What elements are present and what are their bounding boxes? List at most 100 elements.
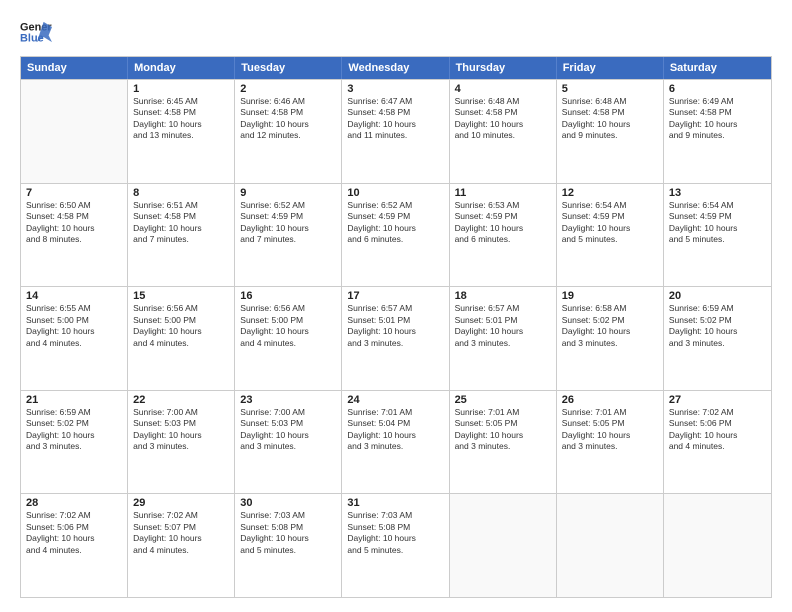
day-number: 19 [562,290,658,302]
cell-info-line: Daylight: 10 hours [26,326,122,337]
cell-info-line: Daylight: 10 hours [562,430,658,441]
cell-info-line: Daylight: 10 hours [455,430,551,441]
calendar-day-cell: 17Sunrise: 6:57 AMSunset: 5:01 PMDayligh… [342,287,449,390]
day-number: 14 [26,290,122,302]
cell-info-line: and 3 minutes. [347,441,443,452]
cell-info-line: Daylight: 10 hours [669,326,766,337]
cell-info-line: Sunset: 4:58 PM [240,107,336,118]
cell-info-line: Sunrise: 6:56 AM [240,303,336,314]
cell-info-line: Sunrise: 6:52 AM [347,200,443,211]
calendar-day-cell: 13Sunrise: 6:54 AMSunset: 4:59 PMDayligh… [664,184,771,287]
cell-info-line: Sunrise: 6:50 AM [26,200,122,211]
cell-info-line: Sunset: 4:58 PM [455,107,551,118]
day-number: 25 [455,394,551,406]
calendar-day-cell: 16Sunrise: 6:56 AMSunset: 5:00 PMDayligh… [235,287,342,390]
calendar-header-day: Saturday [664,57,771,79]
calendar-day-cell: 18Sunrise: 6:57 AMSunset: 5:01 PMDayligh… [450,287,557,390]
cell-info-line: and 8 minutes. [26,234,122,245]
cell-info-line: Sunset: 4:58 PM [133,211,229,222]
cell-info-line: Daylight: 10 hours [133,533,229,544]
cell-info-line: Sunset: 5:00 PM [26,315,122,326]
cell-info-line: Sunrise: 6:47 AM [347,96,443,107]
calendar-header: SundayMondayTuesdayWednesdayThursdayFrid… [21,57,771,79]
day-number: 2 [240,83,336,95]
cell-info-line: and 11 minutes. [347,130,443,141]
calendar-day-cell: 6Sunrise: 6:49 AMSunset: 4:58 PMDaylight… [664,80,771,183]
calendar-empty-cell [450,494,557,597]
cell-info-line: and 3 minutes. [26,441,122,452]
cell-info-line: and 3 minutes. [455,441,551,452]
cell-info-line: and 4 minutes. [133,545,229,556]
cell-info-line: and 10 minutes. [455,130,551,141]
cell-info-line: and 3 minutes. [562,441,658,452]
calendar-header-day: Friday [557,57,664,79]
cell-info-line: Daylight: 10 hours [240,119,336,130]
cell-info-line: Sunrise: 7:03 AM [347,510,443,521]
cell-info-line: Sunset: 4:58 PM [562,107,658,118]
calendar-row: 28Sunrise: 7:02 AMSunset: 5:06 PMDayligh… [21,493,771,597]
cell-info-line: Daylight: 10 hours [669,119,766,130]
cell-info-line: Sunrise: 6:49 AM [669,96,766,107]
day-number: 4 [455,83,551,95]
calendar-day-cell: 22Sunrise: 7:00 AMSunset: 5:03 PMDayligh… [128,391,235,494]
day-number: 28 [26,497,122,509]
calendar-day-cell: 2Sunrise: 6:46 AMSunset: 4:58 PMDaylight… [235,80,342,183]
page: General Blue SundayMondayTuesdayWednesda… [0,0,792,612]
calendar-day-cell: 31Sunrise: 7:03 AMSunset: 5:08 PMDayligh… [342,494,449,597]
calendar-empty-cell [21,80,128,183]
calendar-day-cell: 7Sunrise: 6:50 AMSunset: 4:58 PMDaylight… [21,184,128,287]
calendar-day-cell: 8Sunrise: 6:51 AMSunset: 4:58 PMDaylight… [128,184,235,287]
calendar-day-cell: 19Sunrise: 6:58 AMSunset: 5:02 PMDayligh… [557,287,664,390]
calendar-empty-cell [664,494,771,597]
calendar-day-cell: 9Sunrise: 6:52 AMSunset: 4:59 PMDaylight… [235,184,342,287]
cell-info-line: and 3 minutes. [562,338,658,349]
cell-info-line: Daylight: 10 hours [240,223,336,234]
calendar-body: 1Sunrise: 6:45 AMSunset: 4:58 PMDaylight… [21,79,771,597]
day-number: 11 [455,187,551,199]
cell-info-line: and 5 minutes. [562,234,658,245]
cell-info-line: Sunrise: 6:59 AM [669,303,766,314]
day-number: 30 [240,497,336,509]
cell-info-line: Sunset: 5:00 PM [133,315,229,326]
day-number: 29 [133,497,229,509]
day-number: 31 [347,497,443,509]
cell-info-line: and 3 minutes. [347,338,443,349]
calendar-day-cell: 11Sunrise: 6:53 AMSunset: 4:59 PMDayligh… [450,184,557,287]
calendar-day-cell: 27Sunrise: 7:02 AMSunset: 5:06 PMDayligh… [664,391,771,494]
cell-info-line: Sunset: 4:59 PM [669,211,766,222]
calendar-day-cell: 14Sunrise: 6:55 AMSunset: 5:00 PMDayligh… [21,287,128,390]
cell-info-line: Sunset: 4:59 PM [562,211,658,222]
cell-info-line: and 4 minutes. [26,545,122,556]
cell-info-line: Sunrise: 6:55 AM [26,303,122,314]
cell-info-line: Daylight: 10 hours [562,326,658,337]
day-number: 3 [347,83,443,95]
calendar-header-day: Thursday [450,57,557,79]
calendar-day-cell: 24Sunrise: 7:01 AMSunset: 5:04 PMDayligh… [342,391,449,494]
day-number: 21 [26,394,122,406]
day-number: 6 [669,83,766,95]
cell-info-line: Sunset: 5:02 PM [669,315,766,326]
calendar-row: 1Sunrise: 6:45 AMSunset: 4:58 PMDaylight… [21,79,771,183]
cell-info-line: Sunrise: 6:57 AM [455,303,551,314]
cell-info-line: Sunset: 4:59 PM [347,211,443,222]
cell-info-line: Sunrise: 6:53 AM [455,200,551,211]
cell-info-line: Sunrise: 6:59 AM [26,407,122,418]
cell-info-line: Sunset: 5:01 PM [455,315,551,326]
logo-icon: General Blue [20,18,52,46]
calendar-day-cell: 1Sunrise: 6:45 AMSunset: 4:58 PMDaylight… [128,80,235,183]
cell-info-line: Sunset: 5:03 PM [240,418,336,429]
cell-info-line: Daylight: 10 hours [240,430,336,441]
cell-info-line: Sunrise: 7:00 AM [133,407,229,418]
cell-info-line: Daylight: 10 hours [26,533,122,544]
calendar-day-cell: 26Sunrise: 7:01 AMSunset: 5:05 PMDayligh… [557,391,664,494]
cell-info-line: and 4 minutes. [669,441,766,452]
cell-info-line: and 7 minutes. [133,234,229,245]
cell-info-line: and 13 minutes. [133,130,229,141]
cell-info-line: and 6 minutes. [347,234,443,245]
cell-info-line: Daylight: 10 hours [133,430,229,441]
cell-info-line: Sunset: 4:58 PM [26,211,122,222]
cell-info-line: Sunset: 5:00 PM [240,315,336,326]
cell-info-line: Daylight: 10 hours [347,326,443,337]
cell-info-line: Sunrise: 6:48 AM [455,96,551,107]
calendar-row: 7Sunrise: 6:50 AMSunset: 4:58 PMDaylight… [21,183,771,287]
